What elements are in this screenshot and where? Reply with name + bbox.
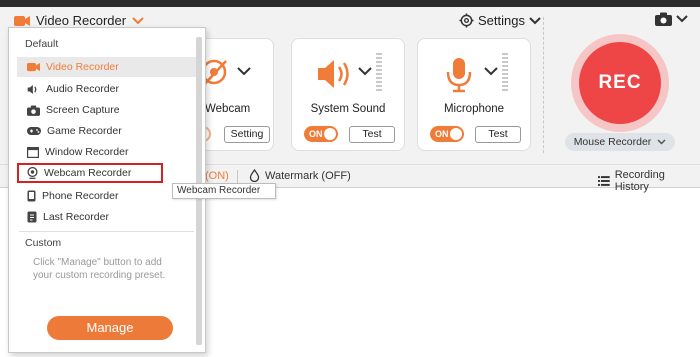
menu-item-game-recorder[interactable]: Game Recorder: [17, 121, 197, 141]
camera-icon: [27, 105, 40, 116]
menu-item-label: Audio Recorder: [46, 83, 119, 95]
custom-hint-text: Click "Manage" button to add your custom…: [33, 257, 166, 281]
mouse-recorder-dropdown[interactable]: Mouse Recorder: [565, 133, 675, 151]
webcam-icon: [27, 167, 38, 179]
menu-item-label: Video Recorder: [46, 61, 119, 73]
menu-item-label: Phone Recorder: [42, 190, 119, 202]
menu-item-screen-capture[interactable]: Screen Capture: [17, 100, 197, 120]
screen: Video Recorder Settings Webcam Setting S…: [0, 0, 700, 357]
system-sound-card: System Sound ON Test: [291, 38, 405, 151]
settings-button[interactable]: Settings: [459, 13, 541, 28]
recorder-title[interactable]: Video Recorder: [14, 13, 144, 28]
watermark-label: Watermark (OFF): [265, 169, 351, 182]
microphone-toggle[interactable]: ON: [430, 126, 464, 142]
settings-label: Settings: [478, 13, 525, 28]
menu-item-label: Screen Capture: [46, 104, 120, 116]
chevron-down-icon: [657, 139, 666, 145]
menu-item-audio-recorder[interactable]: Audio Recorder: [17, 79, 197, 99]
webcam-setting-button[interactable]: Setting: [224, 126, 270, 143]
chevron-down-icon: [676, 15, 688, 23]
chevron-down-icon[interactable]: [484, 67, 498, 76]
menu-section-default: Default: [25, 38, 59, 50]
system-sound-toggle[interactable]: ON: [304, 126, 338, 142]
chevron-down-icon[interactable]: [358, 67, 372, 76]
menu-item-webcam-recorder[interactable]: Webcam Recorder: [17, 163, 163, 183]
recording-history-button[interactable]: Recording History: [598, 169, 700, 193]
watermark-toggle[interactable]: Watermark (OFF): [249, 169, 351, 182]
menu-item-label: Webcam Recorder: [44, 167, 132, 179]
microphone-card: Microphone ON Test: [417, 38, 531, 151]
window-icon: [27, 146, 39, 158]
rec-button[interactable]: REC: [579, 42, 661, 124]
video-camera-icon: [27, 62, 40, 72]
menu-item-label: Last Recorder: [43, 211, 109, 223]
manage-button[interactable]: Manage: [47, 316, 173, 340]
volume-level-meter: [376, 53, 382, 93]
list-icon: [598, 176, 610, 186]
recorder-title-text: Video Recorder: [36, 13, 127, 28]
recording-history-label: Recording History: [614, 169, 665, 193]
menu-item-window-recorder[interactable]: Window Recorder: [17, 142, 197, 162]
menu-item-video-recorder[interactable]: Video Recorder: [17, 57, 197, 77]
microphone-label: Microphone: [443, 103, 505, 115]
phone-icon: [27, 190, 36, 202]
tooltip: Webcam Recorder: [172, 183, 276, 199]
menu-section-custom: Custom: [25, 237, 62, 249]
chevron-down-icon: [132, 16, 144, 24]
speaker-icon: [27, 84, 37, 94]
microphone-icon: [446, 58, 472, 93]
mouse-recorder-label: Mouse Recorder: [573, 136, 652, 148]
chevron-down-icon: [529, 16, 541, 24]
menu-item-label: Window Recorder: [45, 146, 129, 158]
gamepad-icon: [27, 127, 41, 135]
clock-icon: [27, 211, 37, 223]
video-camera-icon: [14, 15, 30, 26]
chevron-down-icon[interactable]: [237, 67, 251, 76]
system-sound-test-button[interactable]: Test: [349, 126, 395, 143]
water-drop-icon: [249, 169, 260, 182]
microphone-test-button[interactable]: Test: [475, 126, 521, 143]
divider: [543, 17, 544, 153]
separator: [237, 170, 238, 183]
menu-item-phone-recorder[interactable]: Phone Recorder: [17, 186, 197, 206]
webcam-label: Webcam: [205, 103, 251, 115]
menu-divider: [19, 231, 194, 232]
gear-icon: [459, 13, 474, 28]
menu-item-label: Game Recorder: [47, 125, 122, 137]
camera-icon: [655, 12, 672, 26]
partial-status[interactable]: (ON): [205, 170, 229, 182]
speaker-icon: [318, 60, 349, 88]
system-sound-label: System Sound: [310, 103, 386, 115]
top-strip: [0, 0, 700, 7]
screenshot-button[interactable]: [655, 12, 688, 26]
mic-level-meter: [502, 53, 508, 93]
menu-item-last-recorder[interactable]: Last Recorder: [17, 207, 197, 227]
